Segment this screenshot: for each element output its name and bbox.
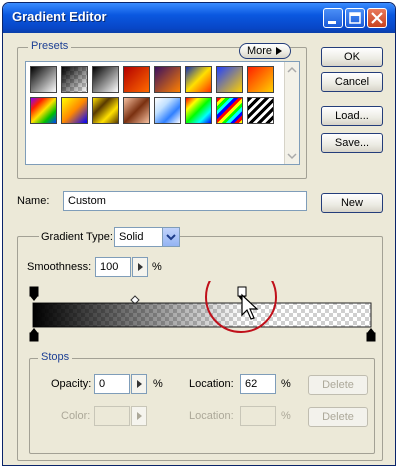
- color-location-label: Location:: [189, 410, 234, 422]
- more-button[interactable]: More: [239, 43, 291, 59]
- preset-swatch[interactable]: [92, 66, 119, 93]
- save-button[interactable]: Save...: [321, 133, 383, 153]
- color-location-field[interactable]: [240, 406, 276, 426]
- preset-swatch[interactable]: [123, 66, 150, 93]
- color-stop-start[interactable]: [29, 328, 39, 342]
- smoothness-label: Smoothness:: [27, 261, 92, 273]
- color-stepper[interactable]: [131, 406, 147, 426]
- maximize-button[interactable]: [345, 8, 365, 28]
- preset-swatch[interactable]: [61, 66, 88, 93]
- preset-swatch[interactable]: [61, 97, 88, 124]
- preset-swatch[interactable]: [92, 97, 119, 124]
- preset-swatch[interactable]: [30, 66, 57, 93]
- opacity-label: Opacity:: [51, 378, 92, 390]
- dropdown-button[interactable]: [162, 228, 179, 246]
- new-button[interactable]: New: [321, 193, 383, 213]
- minimize-icon: [328, 21, 336, 24]
- smoothness-unit: %: [152, 261, 162, 273]
- delete-opacity-stop-button[interactable]: Delete: [308, 375, 368, 395]
- color-location-unit: %: [281, 410, 291, 422]
- opacity-field[interactable]: 0: [94, 374, 130, 394]
- preset-swatch[interactable]: [216, 66, 243, 93]
- location-label: Location:: [189, 378, 234, 390]
- delete-color-stop-button[interactable]: Delete: [308, 407, 368, 427]
- triangle-right-icon: [137, 380, 142, 388]
- scroll-down-icon[interactable]: [285, 150, 299, 162]
- preset-swatch[interactable]: [247, 97, 274, 124]
- title-bar[interactable]: Gradient Editor: [3, 3, 395, 33]
- preset-swatch[interactable]: [123, 97, 150, 124]
- window-title: Gradient Editor: [12, 9, 107, 24]
- presets-legend: Presets: [28, 40, 72, 52]
- close-icon: [371, 12, 383, 24]
- preset-swatch[interactable]: [216, 97, 243, 124]
- name-label: Name:: [17, 195, 50, 207]
- gradient-type-label: Gradient Type:: [39, 227, 115, 247]
- stops-legend: Stops: [38, 351, 73, 363]
- location-unit: %: [281, 378, 291, 390]
- location-field[interactable]: 62: [240, 374, 276, 394]
- ok-button[interactable]: OK: [321, 47, 383, 67]
- minimize-button[interactable]: [323, 8, 343, 28]
- opacity-stop-start[interactable]: [29, 286, 39, 301]
- gradient-type-select[interactable]: Solid: [114, 227, 180, 247]
- preset-swatch[interactable]: [154, 66, 181, 93]
- preset-swatch[interactable]: [185, 97, 212, 124]
- gradient-editor-window: Gradient Editor Presets More OK Cancel L…: [2, 2, 396, 466]
- name-field[interactable]: Custom: [63, 191, 307, 211]
- chevron-down-icon: [166, 234, 176, 241]
- presets-scrollbar[interactable]: [284, 62, 299, 164]
- load-button[interactable]: Load...: [321, 106, 383, 126]
- color-stop-end[interactable]: [366, 328, 376, 342]
- opacity-stepper[interactable]: [131, 374, 147, 394]
- triangle-right-icon: [138, 263, 143, 271]
- triangle-right-icon: [137, 412, 142, 420]
- preset-swatch[interactable]: [185, 66, 212, 93]
- cancel-button[interactable]: Cancel: [321, 72, 383, 92]
- more-label: More: [246, 45, 272, 57]
- smoothness-field[interactable]: 100: [95, 257, 131, 277]
- color-swatch-field[interactable]: [94, 406, 130, 426]
- scroll-up-icon[interactable]: [285, 64, 299, 76]
- smoothness-stepper[interactable]: [132, 257, 148, 277]
- preset-swatch[interactable]: [30, 97, 57, 124]
- preset-swatch[interactable]: [154, 97, 181, 124]
- opacity-unit: %: [153, 378, 163, 390]
- color-label: Color:: [61, 410, 91, 422]
- gradient-bar-area[interactable]: [25, 281, 379, 343]
- maximize-icon: [349, 12, 361, 24]
- gradient-type-value: Solid: [119, 231, 144, 243]
- close-button[interactable]: [367, 8, 387, 28]
- preset-swatch[interactable]: [247, 66, 274, 93]
- presets-list[interactable]: [25, 61, 300, 165]
- triangle-right-icon: [276, 47, 283, 56]
